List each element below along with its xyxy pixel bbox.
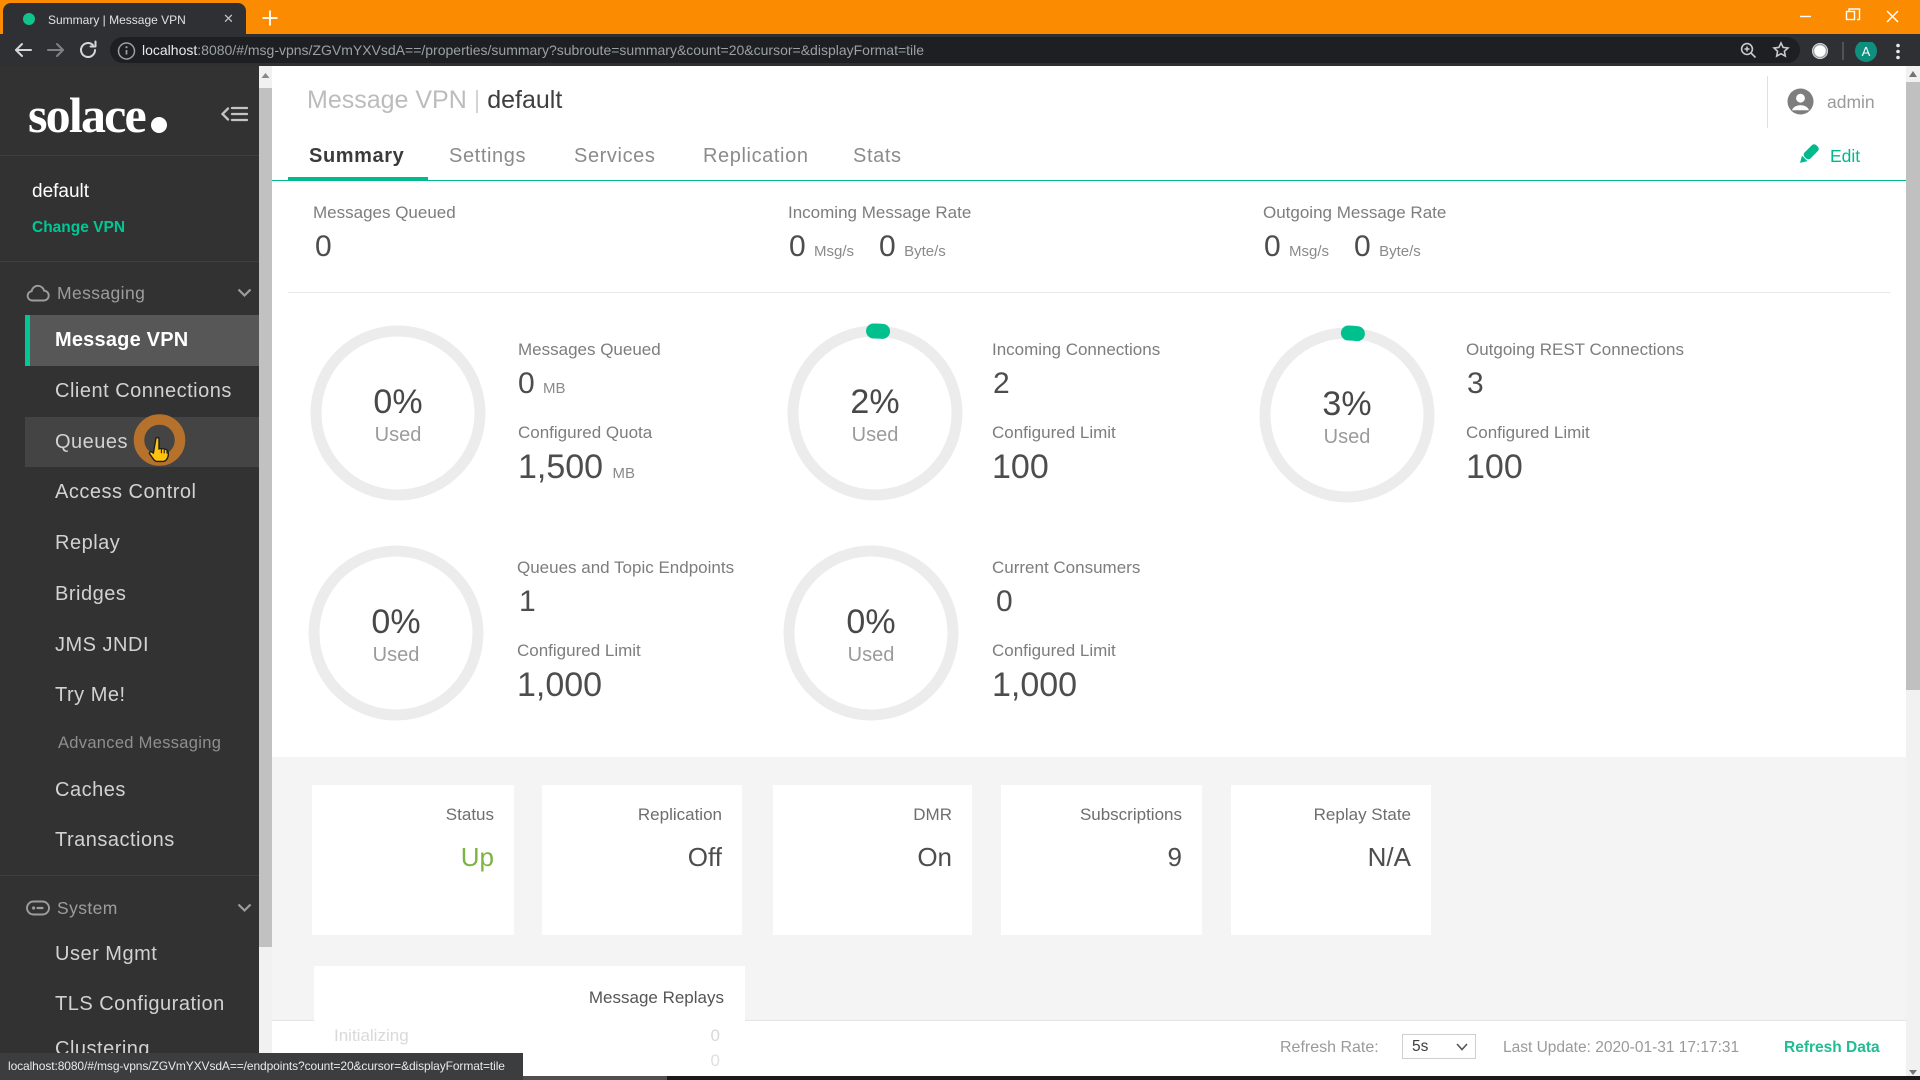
svg-text:A: A <box>1862 44 1871 59</box>
